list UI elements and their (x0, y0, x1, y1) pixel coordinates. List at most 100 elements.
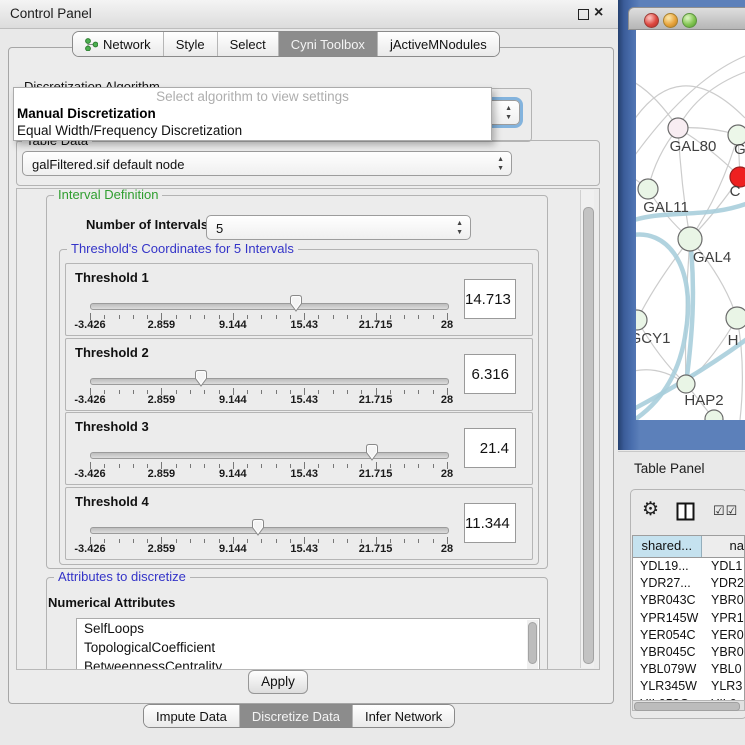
tab-jactivemnodules[interactable]: jActiveMNodules (377, 32, 499, 56)
slider-thumb[interactable] (364, 443, 380, 462)
cell-name: YDR2 (708, 575, 744, 592)
network-node-hap2[interactable] (677, 375, 695, 393)
threshold-value-field[interactable]: 21.4 (464, 428, 516, 468)
close-panel-icon[interactable]: × (594, 4, 603, 22)
slider-track[interactable] (90, 303, 449, 310)
tab-select[interactable]: Select (217, 32, 278, 56)
slider-thumb[interactable] (250, 518, 266, 537)
network-node-gcy1[interactable] (636, 310, 647, 330)
slider-tick-label: 28 (417, 468, 477, 480)
node-table: shared... na YDL19...YDL1YDR27...YDR2YBR… (632, 535, 745, 711)
numerical-attributes-label: Numerical Attributes (48, 595, 175, 610)
column-header-name[interactable]: na (702, 536, 744, 557)
table-hscrollbar-thumb[interactable] (634, 702, 740, 711)
threshold-label: Threshold 3 (75, 419, 149, 434)
network-node-gal4[interactable] (678, 227, 702, 251)
tab-cyni-toolbox[interactable]: Cyni Toolbox (278, 32, 377, 56)
float-panel-icon[interactable] (578, 9, 589, 20)
slider-tick-label: 21.715 (346, 468, 406, 480)
slider-tick-label: 9.144 (203, 468, 263, 480)
threshold-value-field[interactable]: 11.344 (464, 503, 516, 543)
table-row[interactable]: YBR043CYBR0 (633, 592, 744, 609)
tab-label: Impute Data (156, 709, 227, 724)
table-data-combobox[interactable]: galFiltered.sif default node ▲▼ (22, 151, 512, 176)
slider-thumb[interactable] (288, 294, 304, 313)
cell-shared-name: YPR145W (633, 610, 708, 627)
numerical-attributes-list: SelfLoopsTopologicalCoefficientBetweenne… (76, 618, 540, 670)
combo-stepper-icon: ▲▼ (456, 219, 463, 237)
cell-name: YER0 (708, 627, 744, 644)
attributes-scrollbar-thumb[interactable] (528, 622, 537, 664)
table-panel-title: Table Panel (634, 461, 705, 476)
attribute-item[interactable]: SelfLoops (77, 619, 539, 638)
slider-track[interactable] (90, 378, 449, 385)
number-of-intervals-combobox[interactable]: 5 ▲▼ (206, 215, 471, 240)
slider-tick-label: -3.426 (60, 394, 120, 406)
cell-shared-name: YBR043C (633, 592, 708, 609)
network-node-gal80[interactable] (668, 118, 688, 138)
cell-shared-name: YBR045C (633, 644, 708, 661)
application-root: Control Panel × NetworkStyleSelectCyni T… (0, 0, 745, 745)
slider-tick-label: -3.426 (60, 543, 120, 555)
slider-track[interactable] (90, 452, 449, 459)
tab-infer-network[interactable]: Infer Network (352, 705, 454, 727)
table-row[interactable]: YBL079WYBL0 (633, 661, 744, 678)
slider-tick-label: 15.43 (274, 319, 334, 331)
table-row[interactable]: YPR145WYPR1 (633, 610, 744, 627)
attributes-group-title: Attributes to discretize (54, 570, 190, 584)
cell-name: YBL0 (708, 661, 742, 678)
slider-thumb[interactable] (193, 369, 209, 388)
combo-stepper-icon: ▲▼ (497, 155, 504, 173)
network-node-label: C (730, 183, 741, 200)
divider (618, 451, 745, 452)
network-node-gal11[interactable] (638, 179, 658, 199)
slider-tick-label: 9.144 (203, 319, 263, 331)
table-row[interactable]: YLR345WYLR3 (633, 678, 744, 695)
threshold-label: Threshold 4 (75, 494, 149, 509)
algorithm-popup: Select algorithm to view settings Manual… (13, 87, 492, 141)
table-row[interactable]: YDR27...YDR2 (633, 575, 744, 592)
tab-label: Cyni Toolbox (291, 37, 365, 52)
network-node-h[interactable] (726, 307, 745, 329)
popup-item-manual-discretization[interactable]: Manual Discretization (14, 105, 491, 122)
network-node-label: G (734, 141, 745, 158)
slider-tick-label: 15.43 (274, 468, 334, 480)
gear-icon[interactable]: ⚙ (642, 498, 659, 521)
attributes-list-scrollbar[interactable] (527, 620, 538, 669)
threshold-panel-2: Threshold 2-3.4262.8599.14415.4321.71528… (65, 338, 533, 411)
select-columns-icon[interactable]: ☑☑ (713, 503, 738, 519)
network-node-label: GAL11 (643, 199, 689, 216)
settings-scrollbar-thumb[interactable] (583, 207, 594, 664)
zoom-window-icon[interactable] (682, 13, 697, 28)
threshold-value-field[interactable]: 6.316 (464, 354, 516, 394)
table-row[interactable]: YER054CYER0 (633, 627, 744, 644)
close-window-icon[interactable] (644, 13, 659, 28)
network-window-titlebar (628, 7, 745, 30)
tab-style[interactable]: Style (163, 32, 217, 56)
network-node-label: HAP2 (684, 392, 723, 409)
threshold-coordinates-title: Threshold's Coordinates for 5 Intervals (67, 242, 298, 256)
settings-scrollbar[interactable] (580, 190, 594, 668)
minimize-window-icon[interactable] (663, 13, 678, 28)
slider-track[interactable] (90, 527, 449, 534)
column-header-shared-name[interactable]: shared... (633, 536, 702, 557)
cell-shared-name: YER054C (633, 627, 708, 644)
column-layout-icon[interactable] (676, 502, 695, 526)
tab-discretize-data[interactable]: Discretize Data (239, 705, 352, 727)
attribute-item[interactable]: TopologicalCoefficient (77, 638, 539, 657)
cell-name: YDL1 (708, 558, 742, 575)
tab-network[interactable]: Network (73, 32, 163, 56)
apply-button[interactable]: Apply (248, 670, 308, 694)
table-row[interactable]: YBR045CYBR0 (633, 644, 744, 661)
popup-placeholder-item: Select algorithm to view settings (14, 88, 491, 105)
tab-impute-data[interactable]: Impute Data (144, 705, 239, 727)
threshold-value-field[interactable]: 14.713 (464, 279, 516, 319)
attribute-item[interactable]: BetweennessCentrality (77, 657, 539, 670)
slider-tick-label: 2.859 (131, 543, 191, 555)
slider-tick-label: 15.43 (274, 394, 334, 406)
network-view-canvas: GAL80GCGAL11GAL4GCY1HHAP2 (636, 30, 745, 420)
tab-label: Select (230, 37, 266, 52)
popup-item-equal-width-frequency[interactable]: Equal Width/Frequency Discretization (14, 122, 491, 139)
control-panel-tabs: NetworkStyle Select Cyni Toolbox jActiveMNo… (72, 31, 500, 57)
table-row[interactable]: YDL19...YDL1 (633, 558, 744, 575)
